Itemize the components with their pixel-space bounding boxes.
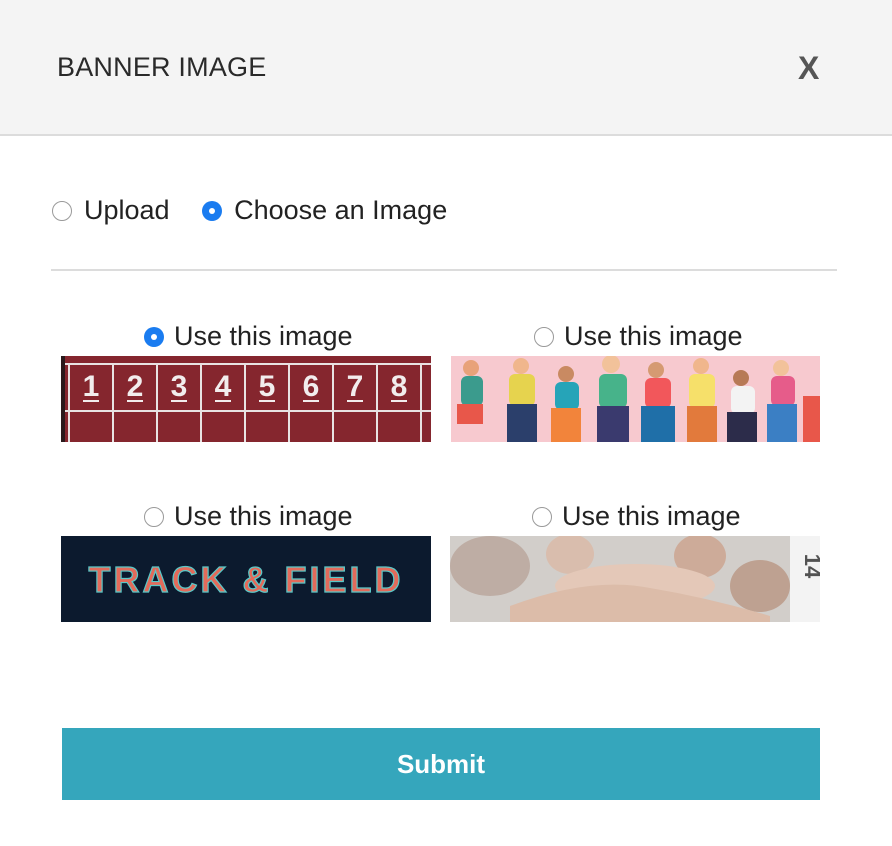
image-choice-1-label: Use this image <box>174 321 353 351</box>
upload-radio[interactable] <box>52 200 72 221</box>
runners-illustration-image[interactable] <box>451 356 820 442</box>
upload-option[interactable]: Upload <box>52 195 170 226</box>
lane-number: 6 <box>303 370 320 403</box>
track-and-field-text-image[interactable]: TRACK & FIELD <box>61 536 431 622</box>
image-choice-4-radio[interactable] <box>532 506 552 527</box>
modal-title: BANNER IMAGE <box>57 52 267 82</box>
track-and-field-text: TRACK & FIELD <box>89 559 404 600</box>
upload-label: Upload <box>84 195 170 225</box>
lane-number: 2 <box>127 370 144 403</box>
image-choice-2-label: Use this image <box>564 321 743 351</box>
image-choice-4-label: Use this image <box>562 501 741 531</box>
lane-number: 8 <box>391 370 408 403</box>
team-hands-image[interactable]: 14 <box>450 536 820 622</box>
choose-image-label: Choose an Image <box>234 195 448 225</box>
lane-number: 4 <box>215 370 232 403</box>
image-choice-2[interactable]: Use this image <box>534 321 743 352</box>
submit-button[interactable]: Submit <box>62 728 820 800</box>
image-choice-1[interactable]: Use this image <box>144 321 353 352</box>
image-choice-1-radio[interactable] <box>144 326 164 347</box>
lane-number: 7 <box>347 370 364 403</box>
image-choice-2-radio[interactable] <box>534 326 554 347</box>
modal-header: BANNER IMAGE X <box>0 0 892 136</box>
choose-image-radio[interactable] <box>202 200 223 221</box>
image-choice-3-label: Use this image <box>174 501 353 531</box>
lane-number: 3 <box>171 370 188 403</box>
divider <box>51 269 837 271</box>
track-lanes-image[interactable]: 1 2 3 4 5 6 7 8 <box>61 356 431 442</box>
lane-number: 5 <box>259 370 276 403</box>
choose-image-option[interactable]: Choose an Image <box>202 195 447 226</box>
lane-number: 1 <box>83 370 100 403</box>
image-choice-3[interactable]: Use this image <box>144 501 353 532</box>
image-choice-4[interactable]: Use this image <box>532 501 741 532</box>
image-source-radio-group: Upload Choose an Image <box>52 195 447 228</box>
close-button[interactable]: X <box>798 50 819 87</box>
image-choice-3-radio[interactable] <box>144 506 164 527</box>
